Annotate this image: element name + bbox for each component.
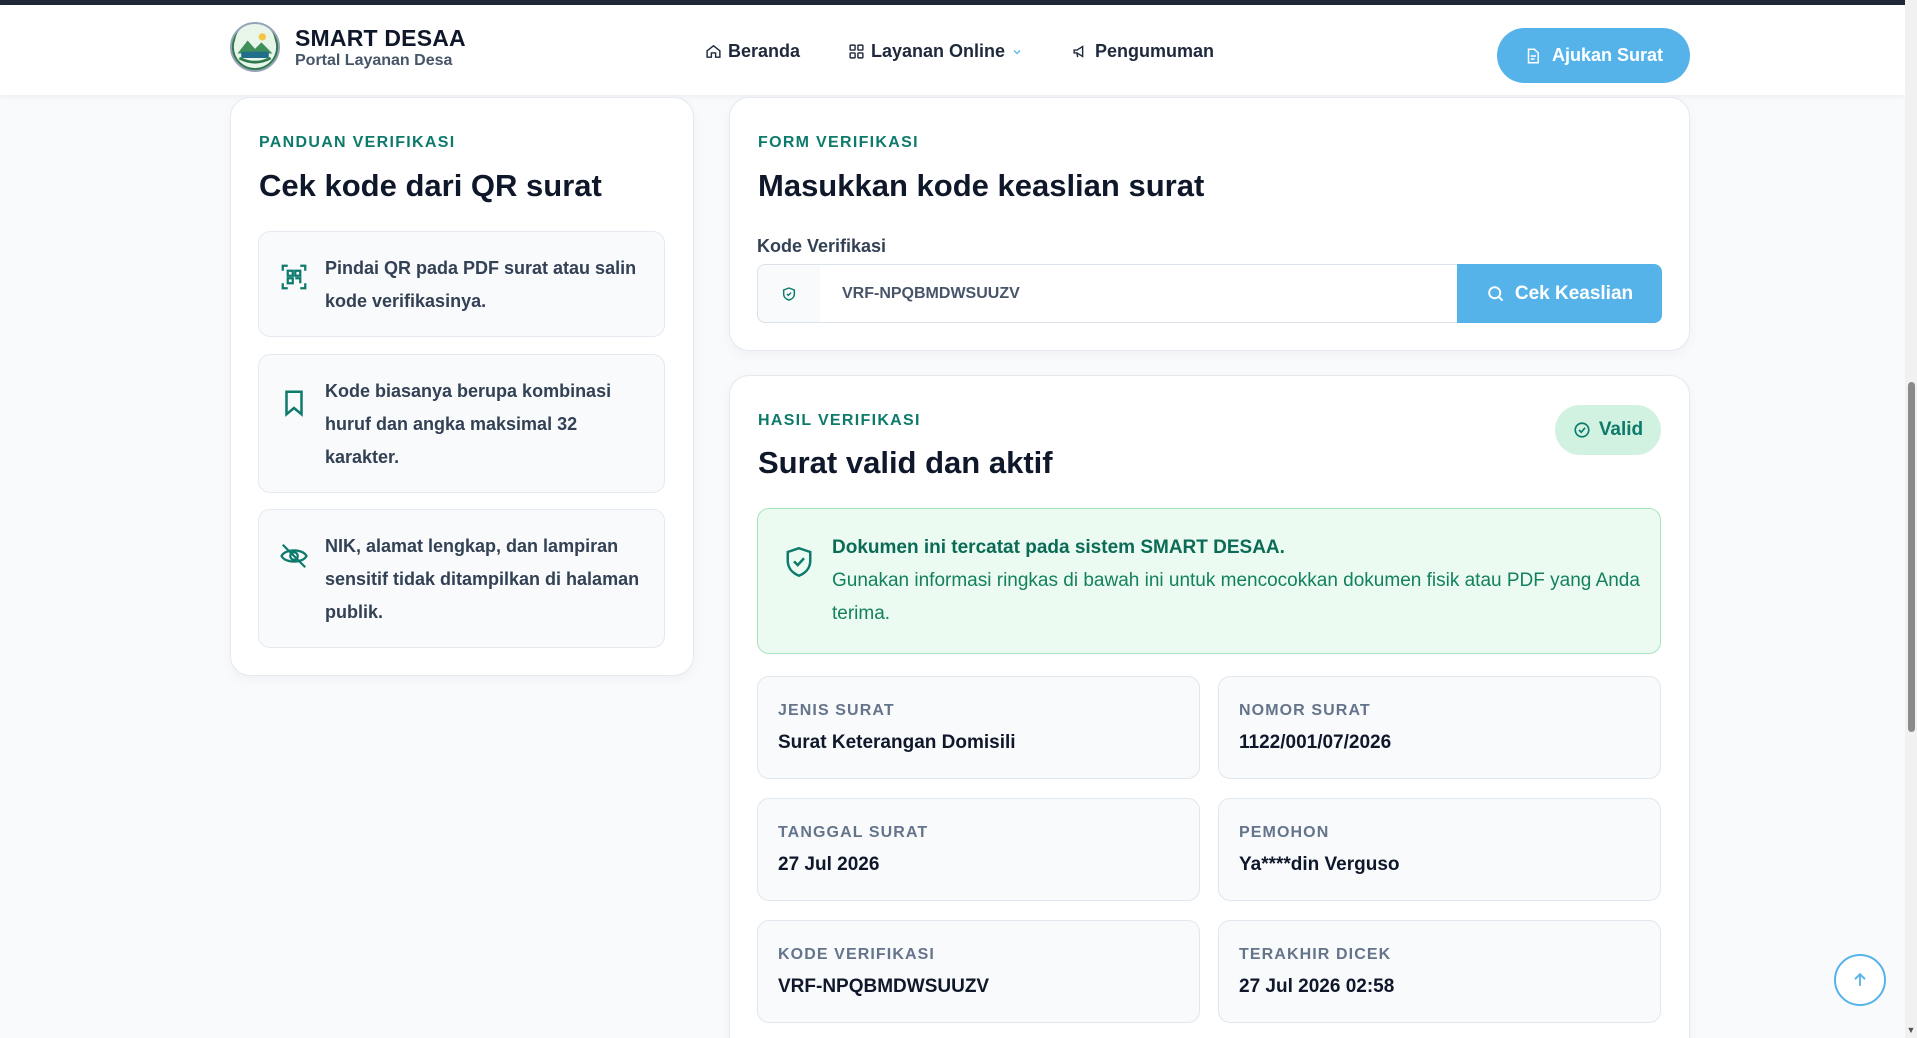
guide-tip: Pindai QR pada PDF surat atau salin kode… (258, 231, 665, 337)
verification-code-input[interactable] (820, 264, 1458, 323)
check-circle-icon (1574, 422, 1590, 438)
guide-title: Cek kode dari QR surat (259, 168, 602, 203)
nav-pengumuman-label: Pengumuman (1095, 41, 1215, 61)
arrow-up-icon (1854, 972, 1866, 986)
brand-title: SMART DESAA (295, 25, 466, 51)
result-eyebrow: HASIL VERIFIKASI (758, 412, 921, 429)
scroll-down-arrow-icon[interactable]: ▼ (1906, 1025, 1916, 1035)
shield-check-icon (786, 546, 812, 578)
info-tanggal-surat: TANGGAL SURAT 27 Jul 2026 (757, 798, 1200, 901)
home-icon (706, 44, 721, 58)
info-label: PEMOHON (1239, 824, 1330, 841)
chevron-down-icon (1013, 49, 1021, 54)
info-value: 1122/001/07/2026 (1239, 732, 1392, 753)
info-value: Ya****din Verguso (1239, 854, 1400, 875)
result-title: Surat valid dan aktif (758, 445, 1053, 480)
ajukan-surat-button[interactable]: Ajukan Surat (1497, 28, 1690, 83)
scrollbar-thumb[interactable] (1908, 382, 1915, 732)
shield-check-icon (782, 286, 796, 301)
info-pemohon: PEMOHON Ya****din Verguso (1218, 798, 1661, 901)
info-label: KODE VERIFIKASI (778, 946, 935, 963)
notice-body: Gunakan informasi ringkas di bawah ini u… (832, 570, 1640, 624)
brand-subtitle: Portal Layanan Desa (295, 52, 453, 69)
status-badge-label: Valid (1598, 419, 1644, 440)
nav-beranda-label: Beranda (728, 41, 801, 61)
guide-tip-text: Pindai QR pada PDF surat atau salin kode… (325, 258, 637, 311)
nav-pengumuman[interactable]: Pengumuman (1072, 41, 1214, 62)
nav-layanan-online[interactable]: Layanan Online (848, 41, 1023, 62)
info-value: VRF-NPQBMDWSUUZV (778, 976, 990, 997)
info-label: JENIS SURAT (778, 702, 895, 719)
info-value: 27 Jul 2026 02:58 (1239, 976, 1395, 997)
info-value: Surat Keterangan Domisili (778, 732, 1016, 753)
grid-icon (849, 44, 864, 59)
top-navbar: SMART DESAA Portal Layanan Desa Beranda … (0, 5, 1905, 95)
ajukan-surat-label: Ajukan Surat (1551, 45, 1664, 65)
status-badge: Valid (1555, 405, 1661, 455)
bookmark-icon (285, 390, 303, 417)
info-label: NOMOR SURAT (1239, 702, 1371, 719)
input-prefix (757, 264, 821, 323)
guide-tip: Kode biasanya berupa kombinasi huruf dan… (258, 354, 665, 493)
nav-layanan-label: Layanan Online (871, 41, 1006, 61)
village-logo[interactable] (230, 22, 280, 72)
info-kode-verifikasi: KODE VERIFIKASI VRF-NPQBMDWSUUZV (757, 920, 1200, 1023)
guide-tip: NIK, alamat lengkap, dan lampiran sensit… (258, 509, 665, 648)
verification-notice: Dokumen ini tercatat pada sistem SMART D… (757, 508, 1661, 654)
info-nomor-surat: NOMOR SURAT 1122/001/07/2026 (1218, 676, 1661, 779)
guide-tip-text: NIK, alamat lengkap, dan lampiran sensit… (325, 536, 640, 622)
info-label: TANGGAL SURAT (778, 824, 929, 841)
info-jenis-surat: JENIS SURAT Surat Keterangan Domisili (757, 676, 1200, 779)
info-value: 27 Jul 2026 (778, 854, 880, 875)
megaphone-icon (1073, 45, 1084, 58)
form-eyebrow: FORM VERIFIKASI (758, 134, 919, 151)
info-terakhir-dicek: TERAKHIR DICEK 27 Jul 2026 02:58 (1218, 920, 1661, 1023)
logo-emblem-icon (233, 25, 277, 69)
info-label: TERAKHIR DICEK (1239, 946, 1392, 963)
document-icon (1527, 48, 1539, 63)
qr-scan-icon (281, 264, 307, 290)
search-icon (1488, 286, 1504, 302)
eye-off-icon (280, 543, 308, 569)
nav-beranda[interactable]: Beranda (705, 41, 800, 62)
form-title: Masukkan kode keaslian surat (758, 168, 1205, 203)
notice-title: Dokumen ini tercatat pada sistem SMART D… (832, 537, 1285, 558)
cek-keaslian-button[interactable]: Cek Keaslian (1457, 264, 1662, 323)
guide-tip-text: Kode biasanya berupa kombinasi huruf dan… (325, 381, 612, 467)
guide-eyebrow: PANDUAN VERIFIKASI (259, 134, 456, 151)
verification-input-group: Cek Keaslian (757, 264, 1662, 323)
back-to-top-button[interactable] (1834, 954, 1886, 1006)
cek-keaslian-label: Cek Keaslian (1514, 282, 1634, 304)
verification-code-label: Kode Verifikasi (757, 236, 887, 256)
